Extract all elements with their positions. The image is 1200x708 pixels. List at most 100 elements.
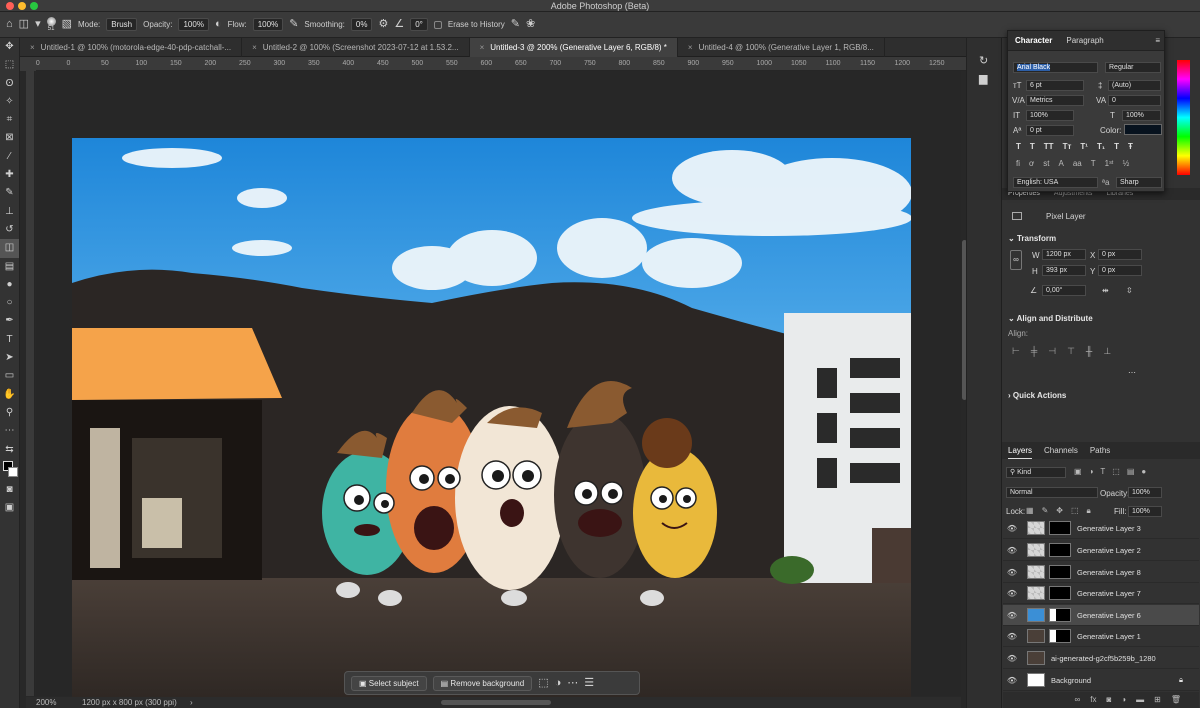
smoothing-field[interactable]: 0%	[350, 18, 373, 31]
marquee-tool-icon[interactable]: ⬚	[0, 56, 19, 74]
antialias-select[interactable]: Sharp	[1116, 177, 1162, 188]
layer-row[interactable]: 👁︎ Background 🔒︎	[1003, 670, 1199, 691]
tab-layers[interactable]: Layers	[1008, 442, 1033, 459]
align-left-icon[interactable]: ⊢	[1012, 346, 1020, 357]
all-caps-icon[interactable]: TT	[1044, 142, 1054, 151]
new-group-icon[interactable]: ▬	[1136, 692, 1144, 708]
close-icon[interactable]: ×	[252, 43, 257, 52]
fx-icon[interactable]: fx	[1090, 692, 1096, 708]
new-layer-icon[interactable]: ⊞	[1154, 692, 1161, 708]
comments-panel-icon[interactable]: ▆	[979, 74, 987, 85]
path-select-icon[interactable]: ➤	[0, 349, 19, 367]
close-icon[interactable]: ×	[30, 43, 35, 52]
lock-icon[interactable]: 🔒︎	[1179, 675, 1183, 685]
superscript-icon[interactable]: T¹	[1080, 142, 1088, 151]
link-layers-icon[interactable]: ∞	[1075, 692, 1081, 708]
close-icon[interactable]: ×	[480, 43, 485, 52]
tab-character[interactable]: Character	[1015, 36, 1052, 45]
layer-name[interactable]: Generative Layer 3	[1077, 524, 1141, 533]
zoom-window-icon[interactable]	[30, 2, 38, 10]
color-swatches[interactable]	[0, 459, 19, 481]
layer-name[interactable]: Generative Layer 1	[1077, 632, 1141, 641]
eyedropper-icon[interactable]: ⁄	[0, 148, 19, 166]
transform-icon[interactable]: ⬚	[538, 677, 548, 689]
tab-paths[interactable]: Paths	[1090, 442, 1110, 459]
layer-thumbnail[interactable]	[1027, 608, 1045, 622]
filter-pixel-icon[interactable]: ▣	[1074, 467, 1082, 476]
history-brush-icon[interactable]: ↺	[0, 221, 19, 239]
transform-section-header[interactable]: ⌄ Transform	[1008, 234, 1056, 243]
align-top-icon[interactable]: ⊤	[1067, 346, 1075, 357]
frame-tool-icon[interactable]: ⊠	[0, 129, 19, 147]
magic-wand-icon[interactable]: ✧	[0, 93, 19, 111]
text-color-swatch[interactable]	[1124, 124, 1162, 135]
lock-artboard-icon[interactable]: ⬚	[1071, 506, 1079, 516]
fractions-icon[interactable]: ½	[1123, 159, 1130, 168]
language-select[interactable]: English: USA	[1013, 177, 1098, 188]
layer-row[interactable]: 👁︎ ai-generated-g2cf5b259b_1280	[1003, 648, 1199, 669]
layer-opacity-field[interactable]: 100%	[1128, 487, 1162, 498]
close-window-icon[interactable]	[6, 2, 14, 10]
more-tools-icon[interactable]: ⋯	[0, 422, 19, 440]
layer-name[interactable]: Generative Layer 2	[1077, 546, 1141, 555]
titling-icon[interactable]: T	[1091, 159, 1096, 168]
layer-name[interactable]: Generative Layer 8	[1077, 568, 1141, 577]
align-bottom-icon[interactable]: ⊥	[1103, 346, 1111, 357]
layer-thumbnail[interactable]	[1027, 673, 1045, 687]
width-field[interactable]: 1200 px	[1042, 249, 1086, 260]
layer-name[interactable]: Generative Layer 6	[1077, 611, 1141, 620]
align-center-h-icon[interactable]: ╪	[1031, 346, 1037, 357]
stamp-tool-icon[interactable]: ⊥	[0, 203, 19, 221]
baseline-field[interactable]: 0 pt	[1026, 125, 1074, 136]
layer-mask-thumbnail[interactable]	[1049, 608, 1071, 622]
layer-mask-thumbnail[interactable]	[1049, 521, 1071, 535]
filter-type-icon[interactable]: T	[1100, 467, 1105, 476]
contextual-icon[interactable]: ơ	[1029, 159, 1034, 168]
lock-paint-icon[interactable]: ✎	[1042, 506, 1049, 516]
flow-field[interactable]: 100%	[252, 18, 284, 31]
visibility-eye-icon[interactable]: 👁︎	[1003, 568, 1021, 577]
mode-select[interactable]: Brush	[106, 18, 138, 31]
remove-background-button[interactable]: ▤ Remove background	[432, 675, 533, 691]
lock-all-icon[interactable]: 🔒︎	[1087, 506, 1091, 516]
ligature-icon[interactable]: ﬁ	[1016, 159, 1020, 168]
add-mask-icon[interactable]: ◙	[1106, 692, 1111, 708]
more-options-icon[interactable]: ⋯	[1128, 368, 1136, 377]
gear-icon[interactable]: ⚙	[378, 19, 388, 30]
layer-thumbnail[interactable]	[1027, 586, 1045, 600]
height-field[interactable]: 393 px	[1042, 265, 1086, 276]
underline-icon[interactable]: T	[1114, 142, 1119, 151]
pressure-opacity-icon[interactable]: ◐	[215, 19, 222, 30]
airbrush-icon[interactable]: ✎	[289, 19, 298, 30]
layer-name[interactable]: Background	[1051, 676, 1091, 685]
lasso-tool-icon[interactable]: ʘ	[0, 75, 19, 93]
blend-mode-select[interactable]: Normal	[1006, 487, 1098, 498]
adjustment-layer-icon[interactable]: ◑	[1121, 692, 1126, 708]
x-field[interactable]: 0 px	[1098, 249, 1142, 260]
layer-thumbnail[interactable]	[1027, 543, 1045, 557]
angle-field[interactable]: 0°	[410, 18, 428, 31]
fill-field[interactable]: 100%	[1128, 506, 1162, 517]
layer-row[interactable]: 👁︎ Generative Layer 2	[1003, 540, 1199, 561]
move-tool-icon[interactable]: ✥	[0, 38, 19, 56]
document-info[interactable]: 1200 px x 800 px (300 ppi)	[82, 697, 177, 708]
tab-channels[interactable]: Channels	[1044, 442, 1078, 459]
visibility-eye-icon[interactable]: 👁︎	[1003, 611, 1021, 620]
tab-untitled-4[interactable]: × Untitled-4 @ 100% (Generative Layer 1, …	[678, 38, 885, 57]
layer-row[interactable]: 👁︎ Generative Layer 8	[1003, 562, 1199, 583]
layer-mask-thumbnail[interactable]	[1049, 565, 1071, 579]
select-subject-button[interactable]: ▣ Select subject	[351, 675, 427, 691]
discretionary-icon[interactable]: st	[1043, 159, 1049, 168]
visibility-eye-icon[interactable]: 👁︎	[1003, 524, 1021, 533]
layer-thumbnail[interactable]	[1027, 565, 1045, 579]
zoom-tool-icon[interactable]: ⚲	[0, 404, 19, 422]
layer-name[interactable]: ai-generated-g2cf5b259b_1280	[1051, 654, 1156, 663]
visibility-eye-icon[interactable]: 👁︎	[1003, 589, 1021, 598]
more-icon[interactable]: ⋯	[567, 677, 578, 689]
horizontal-scale-field[interactable]: 100%	[1122, 110, 1161, 121]
layer-thumbnail[interactable]	[1027, 651, 1045, 665]
horizontal-scrollbar[interactable]	[441, 700, 551, 705]
rectangle-tool-icon[interactable]: ▭	[0, 367, 19, 385]
filter-adjustment-icon[interactable]: ◑	[1089, 467, 1094, 476]
brush-tool-icon[interactable]: ✎	[0, 184, 19, 202]
